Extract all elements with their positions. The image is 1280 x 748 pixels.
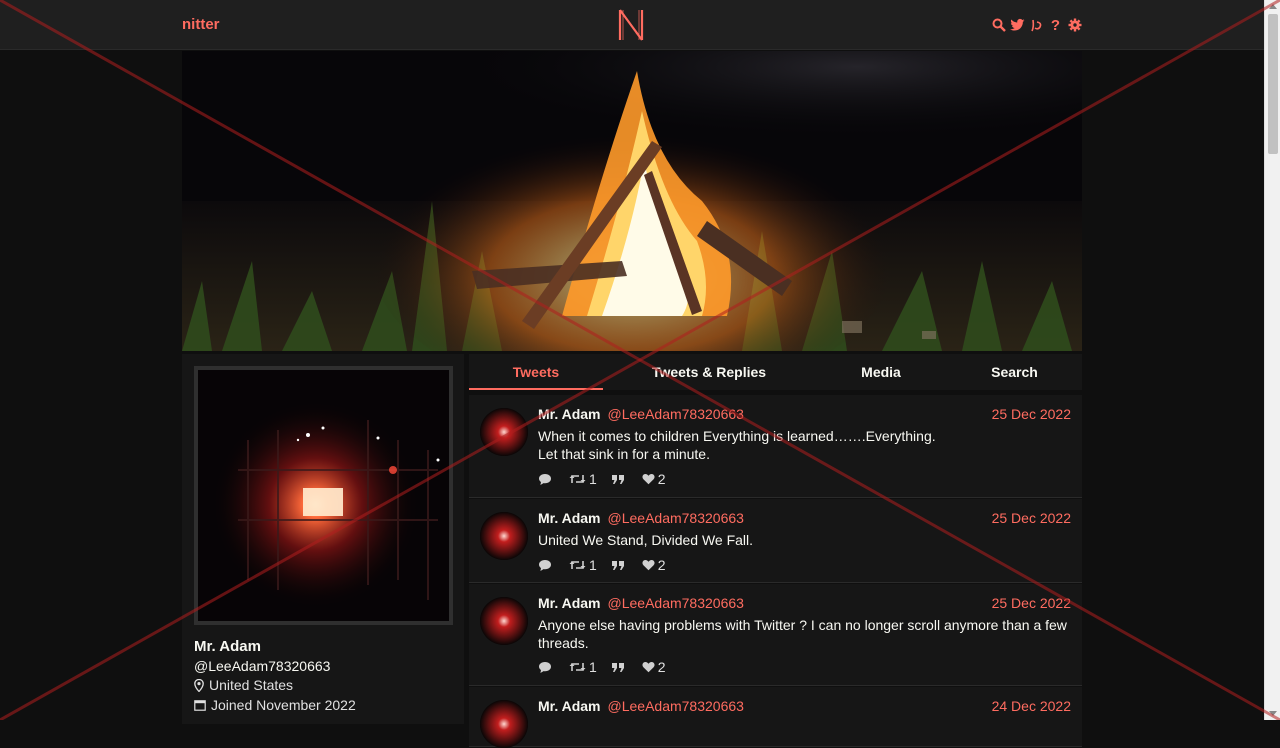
timeline: Mr. Adam @LeeAdam78320663 25 Dec 2022 Wh…	[469, 395, 1082, 748]
tab-search[interactable]: Search	[947, 354, 1082, 390]
tweet-item[interactable]: Mr. Adam @LeeAdam78320663 24 Dec 2022	[469, 687, 1082, 748]
comment-icon	[539, 559, 551, 571]
tweet-date[interactable]: 24 Dec 2022	[992, 698, 1071, 714]
tweet-username[interactable]: @LeeAdam78320663	[608, 595, 744, 611]
quote-icon	[611, 662, 624, 672]
tweet-stats: 1 2	[538, 659, 680, 675]
tweet-username[interactable]: @LeeAdam78320663	[608, 406, 744, 422]
comment-stat[interactable]	[538, 473, 555, 486]
tweet-avatar[interactable]	[480, 700, 528, 748]
like-stat[interactable]: 2	[642, 659, 666, 675]
help-icon[interactable]: ?	[1048, 16, 1063, 34]
tweet-date[interactable]: 25 Dec 2022	[992, 595, 1071, 611]
joined-text: Joined November 2022	[211, 697, 356, 713]
tweet-content: Anyone else having problems with Twitter…	[538, 616, 1073, 652]
tweet-avatar[interactable]	[480, 408, 528, 456]
page-scrollbar[interactable]	[1264, 0, 1280, 720]
tweet-text-line: When it comes to children Everything is …	[538, 428, 936, 444]
location-pin-icon	[194, 678, 204, 692]
quote-icon	[611, 474, 624, 484]
rss-icon[interactable]	[1029, 16, 1044, 34]
tweet-content: United We Stand, Divided We Fall.	[538, 531, 1073, 549]
tweet-header: Mr. Adam @LeeAdam78320663	[538, 406, 744, 422]
heart-icon	[642, 474, 655, 485]
search-icon[interactable]	[991, 16, 1006, 34]
tweet-date[interactable]: 25 Dec 2022	[992, 510, 1071, 526]
profile-avatar[interactable]	[194, 366, 453, 625]
retweet-stat[interactable]: 1	[569, 471, 597, 487]
profile-fullname[interactable]: Mr. Adam	[194, 638, 261, 655]
profile-location: United States	[194, 677, 293, 693]
tweet-fullname[interactable]: Mr. Adam	[538, 698, 601, 714]
tweet-header: Mr. Adam @LeeAdam78320663	[538, 595, 744, 611]
profile-tabs: Tweets Tweets & Replies Media Search	[469, 354, 1082, 390]
like-stat[interactable]: 2	[642, 471, 666, 487]
quote-icon	[611, 560, 624, 570]
profile-joined: Joined November 2022	[194, 697, 356, 713]
scrollbar-thumb[interactable]	[1268, 14, 1278, 154]
comment-stat[interactable]	[538, 559, 555, 572]
tweet-date[interactable]: 25 Dec 2022	[992, 406, 1071, 422]
brand-link[interactable]: nitter	[182, 16, 220, 33]
like-stat[interactable]: 2	[642, 557, 666, 573]
tab-tweets-replies[interactable]: Tweets & Replies	[603, 354, 815, 390]
tweet-fullname[interactable]: Mr. Adam	[538, 595, 601, 611]
tweet-avatar[interactable]	[480, 597, 528, 645]
tweet-fullname[interactable]: Mr. Adam	[538, 510, 601, 526]
heart-icon	[642, 560, 655, 571]
retweet-stat[interactable]: 1	[569, 557, 597, 573]
retweet-stat[interactable]: 1	[569, 659, 597, 675]
tweet-username[interactable]: @LeeAdam78320663	[608, 510, 744, 526]
tweet-avatar[interactable]	[480, 512, 528, 560]
tweet-fullname[interactable]: Mr. Adam	[538, 406, 601, 422]
retweet-icon	[569, 663, 586, 671]
tweet-text-line: United We Stand, Divided We Fall.	[538, 532, 754, 548]
twitter-bird-icon[interactable]	[1010, 16, 1025, 34]
comment-icon	[539, 661, 551, 673]
calendar-icon	[194, 700, 206, 711]
tweet-text-line: Anyone else having problems with Twitter…	[538, 617, 1067, 651]
tweet-item[interactable]: Mr. Adam @LeeAdam78320663 25 Dec 2022 Un…	[469, 499, 1082, 583]
location-text: United States	[209, 677, 294, 693]
tweet-header: Mr. Adam @LeeAdam78320663	[538, 510, 744, 526]
tweet-content: When it comes to children Everything is …	[538, 427, 1073, 463]
tweet-item[interactable]: Mr. Adam @LeeAdam78320663 25 Dec 2022 An…	[469, 584, 1082, 686]
profile-card: Mr. Adam @LeeAdam78320663 United States …	[182, 354, 464, 724]
tweet-stats: 1 2	[538, 557, 680, 573]
tab-tweets[interactable]: Tweets	[469, 354, 603, 390]
retweet-icon	[569, 475, 586, 483]
quote-stat[interactable]	[611, 560, 628, 571]
quote-stat[interactable]	[611, 662, 628, 673]
tab-media[interactable]: Media	[815, 354, 947, 390]
tweet-text-line: Let that sink in for a minute.	[538, 446, 710, 462]
profile-username[interactable]: @LeeAdam78320663	[194, 658, 330, 674]
comment-stat[interactable]	[538, 661, 555, 674]
retweet-icon	[569, 561, 586, 569]
scroll-up-arrow-icon[interactable]	[1269, 4, 1277, 9]
profile-banner-image[interactable]	[182, 51, 1082, 351]
tweet-item[interactable]: Mr. Adam @LeeAdam78320663 25 Dec 2022 Wh…	[469, 395, 1082, 498]
comment-icon	[539, 473, 551, 485]
tweet-header: Mr. Adam @LeeAdam78320663	[538, 698, 744, 714]
tweet-username[interactable]: @LeeAdam78320663	[608, 698, 744, 714]
top-navbar: nitter ?	[0, 0, 1264, 50]
scroll-down-arrow-icon[interactable]	[1269, 711, 1277, 716]
settings-gear-icon[interactable]	[1067, 16, 1082, 34]
nitter-logo[interactable]	[617, 8, 645, 42]
quote-stat[interactable]	[611, 474, 628, 485]
tweet-stats: 1 2	[538, 471, 680, 487]
heart-icon	[642, 662, 655, 673]
nav-icon-group: ?	[991, 16, 1082, 34]
